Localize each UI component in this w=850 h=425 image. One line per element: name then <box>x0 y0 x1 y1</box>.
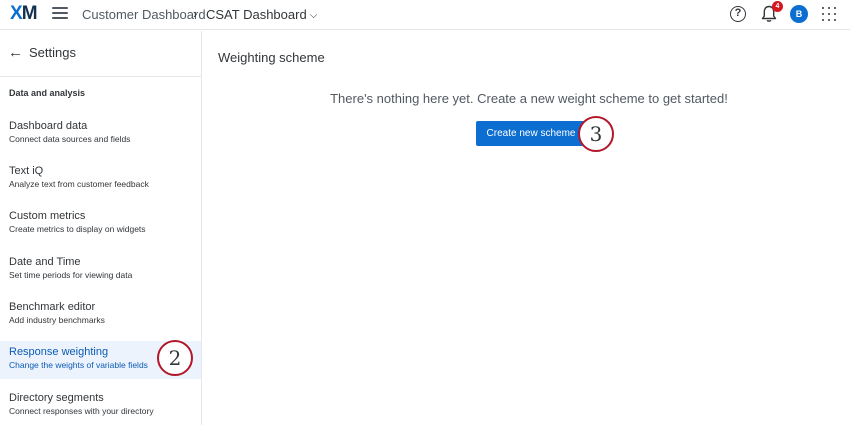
sidebar-item-directory-segments[interactable]: Directory segments Connect responses wit… <box>0 387 201 425</box>
logo-x: X <box>10 3 23 24</box>
main-content: Weighting scheme There's nothing here ye… <box>203 31 850 425</box>
avatar[interactable]: B <box>790 5 808 23</box>
page-title: Weighting scheme <box>218 50 325 65</box>
notification-badge: 4 <box>772 1 783 12</box>
sidebar-item-title: Custom metrics <box>9 210 86 222</box>
sidebar-item-title: Date and Time <box>9 256 81 268</box>
sidebar-item-benchmark-editor[interactable]: Benchmark editor Add industry benchmarks <box>0 296 201 334</box>
xm-logo[interactable]: XM <box>10 3 38 24</box>
menu-icon[interactable] <box>52 7 68 21</box>
sidebar-item-custom-metrics[interactable]: Custom metrics Create metrics to display… <box>0 205 201 243</box>
sidebar-divider <box>0 76 201 77</box>
sidebar-item-subtitle: Set time periods for viewing data <box>9 270 133 280</box>
create-new-scheme-button[interactable]: Create new scheme <box>476 121 586 146</box>
top-navigation-bar: XM Customer Dashboard › CSAT Dashboard ⌵ … <box>0 0 850 30</box>
help-icon[interactable]: ? <box>730 6 746 22</box>
sidebar-item-title: Dashboard data <box>9 120 88 132</box>
breadcrumb-separator: › <box>193 6 198 21</box>
sidebar-item-title: Directory segments <box>9 392 104 404</box>
sidebar-item-subtitle: Analyze text from customer feedback <box>9 179 149 189</box>
chevron-down-icon: ⌵ <box>309 10 318 21</box>
breadcrumb-dashboard[interactable]: CSAT Dashboard ⌵ <box>206 7 317 24</box>
back-arrow-icon: ← <box>8 43 23 61</box>
step-2-marker: 2 <box>157 340 193 376</box>
logo-m: M <box>21 3 38 24</box>
back-to-settings-link[interactable]: ← Settings <box>8 43 76 61</box>
sidebar-item-subtitle: Connect responses with your directory <box>9 406 154 416</box>
section-label: Data and analysis <box>9 88 86 98</box>
sidebar-item-title: Text iQ <box>9 165 44 177</box>
sidebar-item-subtitle: Create metrics to display on widgets <box>9 224 146 234</box>
apps-grid-icon[interactable] <box>822 7 836 21</box>
sidebar-item-subtitle: Add industry benchmarks <box>9 315 105 325</box>
sidebar-item-dashboard-data[interactable]: Dashboard data Connect data sources and … <box>0 115 201 153</box>
sidebar-item-text-iq[interactable]: Text iQ Analyze text from customer feedb… <box>0 160 201 198</box>
back-label: Settings <box>29 45 76 60</box>
breadcrumb-dashboard-label: CSAT Dashboard <box>206 7 307 22</box>
sidebar-item-title: Benchmark editor <box>9 301 96 313</box>
sidebar-item-date-and-time[interactable]: Date and Time Set time periods for viewi… <box>0 251 201 289</box>
sidebar-item-subtitle: Connect data sources and fields <box>9 134 131 144</box>
step-3-marker: 3 <box>578 116 614 152</box>
breadcrumb-project[interactable]: Customer Dashboard <box>82 7 206 23</box>
empty-state-message: There's nothing here yet. Create a new w… <box>330 91 728 106</box>
